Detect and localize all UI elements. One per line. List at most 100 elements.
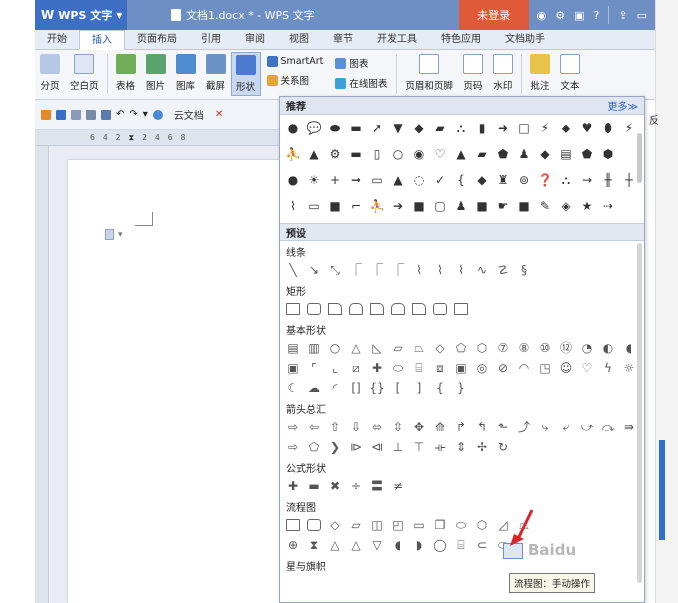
oval-bubble-icon[interactable]: ⬬ <box>328 121 342 135</box>
donut-icon[interactable]: ◎ <box>475 361 489 375</box>
tab-home[interactable]: 开始 <box>35 30 79 50</box>
scribble-icon[interactable]: § <box>517 263 531 277</box>
rounded-rect-icon[interactable]: ▬ <box>349 121 363 135</box>
tab-insert[interactable]: 插入 <box>79 29 125 50</box>
arc-icon[interactable]: ◜ <box>328 381 342 395</box>
bent-up-arrow-icon[interactable]: ⤴ <box>517 420 531 434</box>
edit-icon[interactable]: ✎ <box>538 199 552 213</box>
smartart-button[interactable]: SmartArt <box>266 56 323 67</box>
tab-review[interactable]: 审阅 <box>233 30 277 50</box>
question-icon[interactable]: ❓ <box>538 173 553 187</box>
left-right-arrow-callout-icon[interactable]: ⟛ <box>433 440 447 454</box>
pie-icon[interactable]: ◔ <box>580 341 594 355</box>
scrollbar-thumb-recommended[interactable] <box>637 133 642 183</box>
left-bracket-icon[interactable]: [ <box>391 381 405 395</box>
people-icon[interactable]: ⛹ <box>286 147 301 161</box>
pentagon-icon[interactable]: ⬠ <box>454 341 468 355</box>
tab-references[interactable]: 引用 <box>189 30 233 50</box>
flowchart-process-icon[interactable] <box>286 519 300 531</box>
divide-icon[interactable]: ÷ <box>349 479 363 493</box>
diamond-icon[interactable]: ◆ <box>475 173 489 187</box>
picture-button[interactable]: 图片 <box>141 54 171 92</box>
arrow-right-icon[interactable]: ➞ <box>349 173 363 187</box>
curved-arrow-icon[interactable]: ⌇ <box>433 263 447 277</box>
right-brace-icon[interactable]: } <box>454 381 468 395</box>
striped-right-arrow-icon[interactable]: ⇛ <box>622 420 636 434</box>
cloud-doc-tab[interactable]: 云文档 <box>174 107 204 122</box>
relation-chart-button[interactable]: 关系图 <box>266 73 324 87</box>
heart-icon[interactable]: ♡ <box>580 361 594 375</box>
redo-icon[interactable]: ↷ <box>129 109 137 120</box>
oval-icon[interactable]: ○ <box>328 341 342 355</box>
curved-left-arrow-icon[interactable]: ⤶ <box>559 420 573 434</box>
round-snip-rectangle-icon[interactable] <box>391 303 405 315</box>
indent-marker-icon[interactable]: ⧗ <box>128 133 134 143</box>
minus-icon[interactable]: ▬ <box>307 479 321 493</box>
right-bracket-icon[interactable]: ] <box>412 381 426 395</box>
flowchart-internal-storage-icon[interactable]: ◰ <box>391 518 405 532</box>
up-arrow-callout-icon[interactable]: ⊥ <box>391 440 405 454</box>
document-page[interactable] <box>68 160 280 603</box>
feedback-icon[interactable]: ▣ <box>574 9 584 22</box>
laptop-icon[interactable]: ▭ <box>307 199 321 213</box>
oval-icon[interactable]: ⬮ <box>601 121 615 135</box>
curved-connector-icon[interactable]: ⌇ <box>412 263 426 277</box>
flowchart-stored-data-icon[interactable]: ◖ <box>391 538 405 552</box>
hexagon-icon[interactable]: ⬡ <box>475 341 489 355</box>
l-shape-icon[interactable]: ⌞ <box>328 361 342 375</box>
print-icon[interactable] <box>71 109 81 120</box>
square-icon[interactable]: ■ <box>412 199 426 213</box>
gallery-button[interactable]: 图库 <box>171 54 201 92</box>
curve-icon[interactable]: ∿ <box>475 263 489 277</box>
left-arrow-icon[interactable]: ⇦ <box>307 420 321 434</box>
drop-icon[interactable]: ⬥ <box>559 121 573 135</box>
down-arrow-callout-icon[interactable]: ⊤ <box>412 440 426 454</box>
callout-icon[interactable]: ▰ <box>433 121 447 135</box>
corner-icon[interactable]: ⌐ <box>349 199 363 213</box>
flowchart-delay-icon[interactable]: ◗ <box>412 538 426 552</box>
triangle-icon[interactable]: ▲ <box>391 173 405 187</box>
ring-icon[interactable]: ○ <box>391 147 405 161</box>
circle-icon[interactable]: ● <box>286 173 300 187</box>
settings-icon[interactable]: ⚙ <box>555 9 565 22</box>
up-down-arrow-callout-icon[interactable]: ⇕ <box>454 440 468 454</box>
curved-down-arrow-icon[interactable]: ⤼ <box>601 420 615 434</box>
paste-options-dropdown-icon[interactable]: ▾ <box>118 230 123 240</box>
can-icon[interactable]: ⌸ <box>412 361 426 375</box>
sun-icon[interactable]: ☀ <box>307 173 321 187</box>
elbow-double-arrow-icon[interactable]: ⎾ <box>391 263 405 277</box>
pin-icon[interactable]: ♥ <box>580 121 594 135</box>
help-icon[interactable]: ? <box>594 9 600 22</box>
plus-thin-icon[interactable]: ┼ <box>622 173 636 187</box>
u-turn-arrow-icon[interactable]: ↰ <box>475 420 489 434</box>
folded-corner-icon[interactable]: ◳ <box>538 361 552 375</box>
curved-up-arrow-icon[interactable]: ⤻ <box>580 420 594 434</box>
print-preview-icon[interactable] <box>86 109 96 120</box>
square-icon[interactable]: ■ <box>517 199 531 213</box>
decagon-icon[interactable]: ⑩ <box>538 341 552 355</box>
restore-ribbon-icon[interactable]: ⇪ <box>618 9 627 22</box>
flowchart-preparation-icon[interactable]: ⬡ <box>475 518 489 532</box>
block-arc-icon[interactable]: ◠ <box>517 361 531 375</box>
chart-button[interactable]: 图表 <box>335 56 387 70</box>
more-link[interactable]: 更多≫ <box>608 98 638 113</box>
comment-button[interactable]: 批注 <box>525 54 555 92</box>
bulb-icon[interactable]: ◉ <box>412 147 426 161</box>
right-arrow-callout-icon[interactable]: ⧐ <box>349 440 363 454</box>
header-footer-button[interactable]: 页眉和页脚 <box>400 54 458 92</box>
hand-icon[interactable]: ☛ <box>496 199 510 213</box>
double-brace-icon[interactable]: {} <box>369 381 384 395</box>
double-arrow-line-icon[interactable]: ⤡ <box>328 263 342 277</box>
open-folder-icon[interactable] <box>41 109 51 120</box>
flowchart-direct-storage-icon[interactable]: ⊂ <box>475 538 489 552</box>
triangle-icon[interactable]: ▲ <box>307 147 321 161</box>
minimize-icon[interactable]: ▭ <box>637 9 647 22</box>
people-icon[interactable]: ⛬ <box>454 121 468 135</box>
flowchart-predefined-process-icon[interactable]: ◫ <box>370 518 384 532</box>
pentagon-icon[interactable]: ⬟ <box>496 147 510 161</box>
check-icon[interactable]: ✓ <box>433 173 447 187</box>
frame-icon[interactable]: ▣ <box>286 361 300 375</box>
chevron-icon[interactable]: ❯ <box>328 440 342 454</box>
arrow-icon[interactable]: ➚ <box>370 121 384 135</box>
page-number-button[interactable]: 页码 <box>458 54 488 92</box>
